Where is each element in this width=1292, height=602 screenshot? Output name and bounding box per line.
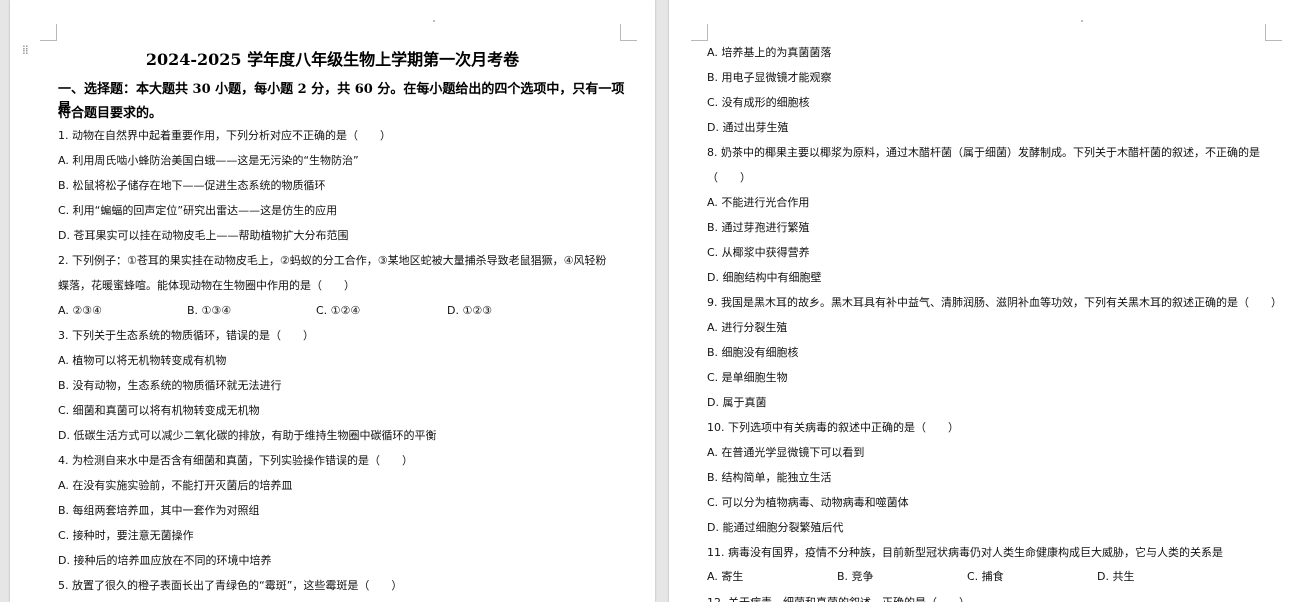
margin-corner-top-right	[620, 24, 637, 41]
exam-title: 2024-2025 学年度八年级生物上学期第一次月考卷	[145, 50, 520, 69]
text-line: C. 接种时，要注意无菌操作	[58, 529, 194, 542]
text-line: C. 没有成形的细胞核	[707, 96, 810, 109]
document-page-left: ⁞⁞ 2024-2025 学年度八年级生物上学期第一次月考卷 一、选择题：本大题…	[10, 0, 655, 602]
q11-option-a: A. 寄生	[707, 570, 744, 583]
text-line: C. 利用“蝙蝠的回声定位”研究出雷达——这是仿生的应用	[58, 204, 338, 217]
text-line: 10. 下列选项中有关病毒的叙述中正确的是（ ）	[707, 421, 959, 434]
text-line: 蝶落，花暖蜜蜂喧。能体现动物在生物圈中作用的是（ ）	[58, 279, 355, 292]
text-line: 12. 关于病毒、细菌和真菌的叙述，正确的是（ ）	[707, 596, 970, 602]
text-line: B. 每组两套培养皿，其中一套作为对照组	[58, 504, 260, 517]
q2-option-c: C. ①②④	[316, 304, 361, 317]
text-line: A. 培养基上的为真菌菌落	[707, 46, 832, 59]
text-line: 1. 动物在自然界中起着重要作用，下列分析对应不正确的是（ ）	[58, 129, 391, 142]
q11-option-b: B. 竞争	[837, 570, 874, 583]
text-line: A. 在普通光学显微镜下可以看到	[707, 446, 865, 459]
text-line: 5. 放置了很久的橙子表面长出了青绿色的“霉斑”，这些霉斑是（ ）	[58, 579, 403, 592]
text-line: C. 细菌和真菌可以将有机物转变成无机物	[58, 404, 260, 417]
text-line: A. 利用周氏啮小蜂防治美国白蛾——这是无污染的“生物防治”	[58, 154, 359, 167]
q11-option-d: D. 共生	[1097, 570, 1135, 583]
text-line: D. 通过出芽生殖	[707, 121, 789, 134]
text-line: D. 低碳生活方式可以减少二氧化碳的排放，有助于维持生物圈中碳循环的平衡	[58, 429, 437, 442]
text-line: B. 细胞没有细胞核	[707, 346, 799, 359]
document-page-right: A. 培养基上的为真菌菌落 B. 用电子显微镜才能观察 C. 没有成形的细胞核 D. …	[669, 0, 1292, 602]
text-line: B. 用电子显微镜才能观察	[707, 71, 832, 84]
text-line: 11. 病毒没有国界，疫情不分种族，目前新型冠状病毒仍对人类生命健康构成巨大威胁…	[707, 546, 1223, 559]
text-line: B. 通过芽孢进行繁殖	[707, 221, 810, 234]
text-line: D. 能通过细胞分裂繁殖后代	[707, 521, 844, 534]
text-line: C. 是单细胞生物	[707, 371, 788, 384]
text-line: B. 结构简单，能独立生活	[707, 471, 832, 484]
margin-corner-top-right	[1265, 24, 1282, 41]
text-line: 8. 奶茶中的椰果主要以椰浆为原料，通过木醋杆菌（属于细菌）发酵制成。下列关于木…	[707, 146, 1260, 159]
header-marker	[433, 20, 435, 22]
text-line: 3. 下列关于生态系统的物质循环，错误的是（ ）	[58, 329, 314, 342]
text-line: A. 在没有实施实验前，不能打开灭菌后的培养皿	[58, 479, 293, 492]
text-line: 4. 为检测自来水中是否含有细菌和真菌，下列实验操作错误的是（ ）	[58, 454, 413, 467]
section-heading-line2: 符合题目要求的。	[58, 106, 163, 121]
text-line: C. 可以分为植物病毒、动物病毒和噬菌体	[707, 496, 909, 509]
text-line: D. 苍耳果实可以挂在动物皮毛上——帮助植物扩大分布范围	[58, 229, 349, 242]
q11-option-c: C. 捕食	[967, 570, 1004, 583]
q2-option-a: A. ②③④	[58, 304, 102, 317]
text-line: B. 没有动物，生态系统的物质循环就无法进行	[58, 379, 282, 392]
text-line: 2. 下列例子：①苍耳的果实挂在动物皮毛上，②蚂蚁的分工合作，③某地区蛇被大量捕…	[58, 254, 607, 267]
margin-corner-top-left	[691, 24, 708, 41]
header-marker	[1081, 20, 1083, 22]
text-line: A. 进行分裂生殖	[707, 321, 788, 334]
q2-option-d: D. ①②③	[447, 304, 493, 317]
margin-corner-top-left	[40, 24, 57, 41]
text-line: D. 细胞结构中有细胞壁	[707, 271, 822, 284]
text-line: D. 属于真菌	[707, 396, 767, 409]
text-line: A. 植物可以将无机物转变成有机物	[58, 354, 227, 367]
text-line: C. 从椰浆中获得营养	[707, 246, 810, 259]
text-line: A. 不能进行光合作用	[707, 196, 810, 209]
text-line: B. 松鼠将松子储存在地下——促进生态系统的物质循环	[58, 179, 326, 192]
text-line: （ ）	[707, 171, 751, 184]
q2-option-b: B. ①③④	[187, 304, 232, 317]
text-line: D. 接种后的培养皿应放在不同的环境中培养	[58, 554, 272, 567]
text-line: 9. 我国是黑木耳的故乡。黑木耳具有补中益气、清肺润肠、滋阴补血等功效，下列有关…	[707, 296, 1282, 309]
